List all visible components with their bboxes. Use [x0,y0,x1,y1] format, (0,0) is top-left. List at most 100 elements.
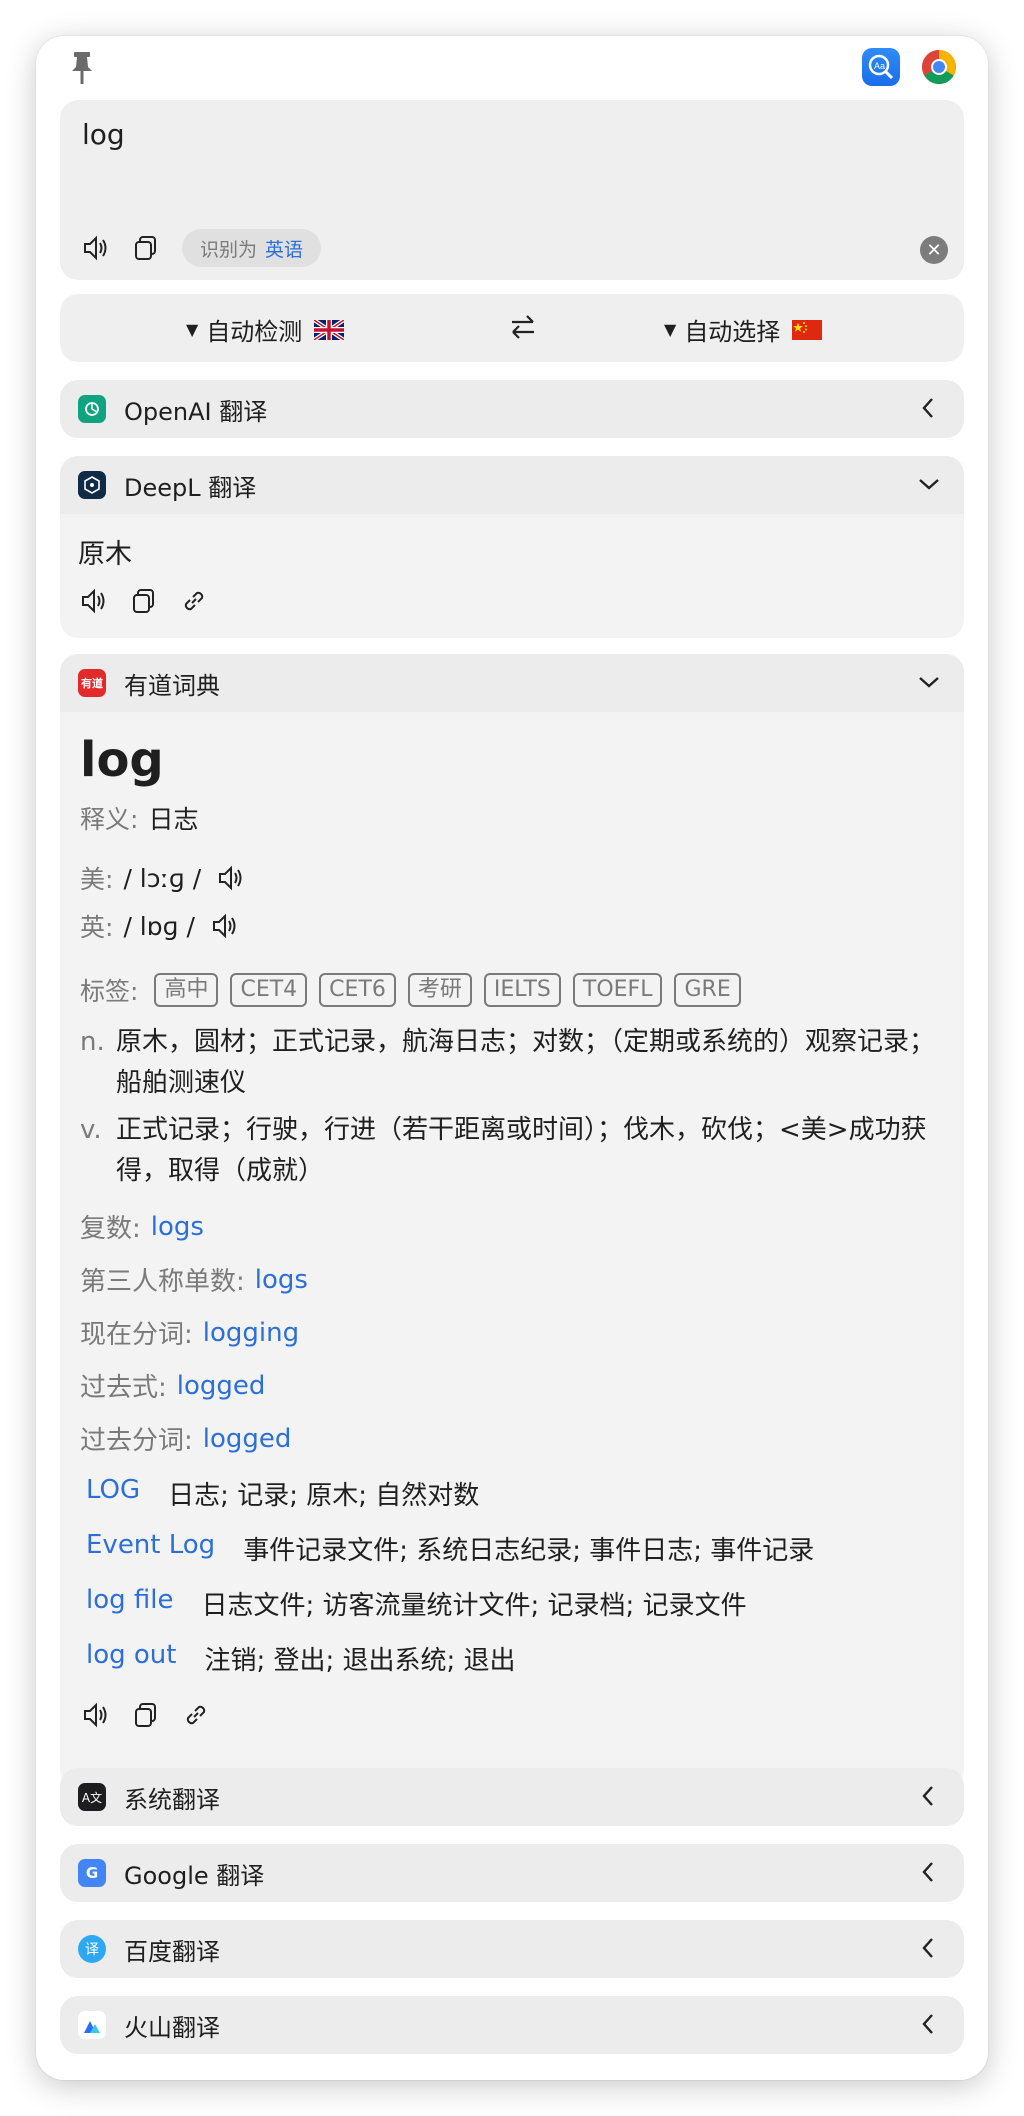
volc-translate-logo-icon [78,2011,106,2039]
word-form-link[interactable]: logs [151,1212,204,1242]
baidu-translate-logo-icon: 译 [78,1935,106,1963]
word-form-label: 现在分词: [80,1320,193,1350]
chevron-down-icon[interactable] [916,669,942,695]
phrase-term[interactable]: Event Log [86,1530,215,1567]
word-form-row: 第三人称单数: logs [80,1261,944,1298]
service-header-google[interactable]: G Google 翻译 [60,1844,964,1902]
tags-label: 标签: [80,977,139,1006]
youdao-logo-icon: 有道 [78,669,106,697]
service-card-google: G Google 翻译 [60,1844,964,1902]
service-header-volc[interactable]: 火山翻译 [60,1996,964,2054]
phrase-meaning: 注销; 登出; 退出系统; 退出 [204,1646,516,1676]
service-title: DeepL 翻译 [124,473,257,502]
service-header-deepl[interactable]: DeepL 翻译 [60,456,964,514]
tags-row: 标签: 高中 CET4 CET6 考研 IELTS TOEFL GRE [80,972,944,1008]
service-title: OpenAI 翻译 [124,397,268,426]
chevron-left-icon[interactable] [916,1783,942,1809]
service-title: Google 翻译 [124,1861,265,1890]
speaker-icon[interactable] [76,228,116,268]
word-form-link[interactable]: logging [203,1318,299,1348]
service-card-volc: 火山翻译 [60,1996,964,2054]
link-icon[interactable] [176,1695,216,1735]
speaker-icon[interactable] [76,1695,116,1735]
phrase-term[interactable]: log file [86,1585,174,1622]
definition-noun: n. 原木，圆材；正式记录，航海日志；对数；（定期或系统的）观察记录；船舶测速仪 [80,1022,944,1104]
youdao-result: log 释义: 日志 美: / lɔːɡ / 英: / lɒɡ / 标签: 高中… [60,712,964,1735]
word-form-link[interactable]: logged [177,1371,266,1401]
service-header-youdao[interactable]: 有道 有道词典 [60,654,964,712]
copy-icon[interactable] [126,1695,166,1735]
svg-text:Aa: Aa [874,61,885,71]
chevron-left-icon[interactable] [916,2011,942,2037]
detected-prefix: 识别为 [200,238,258,261]
deepl-result: 原木 [60,514,964,621]
copy-icon[interactable] [124,581,164,621]
chevron-down-icon[interactable] [916,471,942,497]
service-title: 系统翻译 [124,1785,220,1814]
chrome-icon[interactable] [920,48,958,86]
phrase-meaning: 日志文件; 访客流量统计文件; 记录档; 记录文件 [201,1591,747,1621]
meaning-row: 释义: 日志 [80,800,944,836]
word-form-row: 过去式: logged [80,1367,944,1404]
us-label: 美: [80,865,114,894]
speaker-icon[interactable] [215,862,247,894]
word-form-row: 复数: logs [80,1208,944,1245]
service-header-system[interactable]: A文 系统翻译 [60,1768,964,1826]
service-title: 火山翻译 [124,2013,220,2042]
word-form-link[interactable]: logs [255,1265,308,1295]
speaker-icon[interactable] [74,581,114,621]
phrase-row: log out 注销; 登出; 退出系统; 退出 [80,1640,944,1677]
copy-icon[interactable] [126,228,166,268]
meaning-value[interactable]: 日志 [148,800,198,836]
link-icon[interactable] [174,581,214,621]
service-header-openai[interactable]: OpenAI 翻译 [60,380,964,438]
word-form-label: 过去分词: [80,1426,193,1456]
query-text[interactable]: log [82,118,125,151]
word-form-link[interactable]: logged [203,1424,292,1454]
word-form-row: 过去分词: logged [80,1420,944,1457]
uk-phonetic-row: 英: / lɒɡ / [80,908,944,944]
uk-phonetic: / lɒɡ / [123,911,195,941]
phrase-term[interactable]: LOG [86,1475,140,1512]
deepl-translation[interactable]: 原木 [78,532,946,571]
phrase-meaning: 日志; 记录; 原木; 自然对数 [168,1481,480,1511]
word-form-label: 复数: [80,1214,141,1244]
service-card-system: A文 系统翻译 [60,1768,964,1826]
pin-icon[interactable] [68,50,96,86]
system-translate-logo-icon: A文 [78,1783,106,1811]
service-card-baidu: 译 百度翻译 [60,1920,964,1978]
target-language-select[interactable]: ▼ 自动选择 [664,312,823,347]
service-title: 百度翻译 [124,1937,220,1966]
chevron-left-icon[interactable] [916,1859,942,1885]
chevron-left-icon[interactable] [916,1935,942,1961]
detected-language: 英语 [265,238,304,261]
service-card-youdao: 有道 有道词典 log 释义: 日志 美: / lɔːɡ / 英: / lɒɡ … [60,654,964,1788]
us-phonetic-row: 美: / lɔːɡ / [80,860,944,896]
uk-flag-icon [314,319,345,340]
phrase-meaning: 事件记录文件; 系统日志纪录; 事件日志; 事件记录 [243,1536,815,1566]
clear-icon[interactable]: ✕ [920,236,948,264]
uk-label: 英: [80,913,114,942]
service-card-deepl: DeepL 翻译 原木 [60,456,964,638]
detected-language-chip[interactable]: 识别为 英语 [182,229,322,267]
deepl-logo-icon [78,471,106,499]
speaker-icon[interactable] [209,910,241,942]
google-translate-logo-icon: G [78,1859,106,1887]
headword[interactable]: log [80,732,944,788]
phrase-term[interactable]: log out [86,1640,176,1677]
definition-text[interactable]: 原木，圆材；正式记录，航海日志；对数；（定期或系统的）观察记录；船舶测速仪 [116,1022,944,1104]
swap-icon[interactable] [508,312,538,342]
definition-text[interactable]: 正式记录；行驶，行进（若干距离或时间）；伐木，砍伐；<美>成功获得，取得（成就） [116,1110,944,1192]
service-header-baidu[interactable]: 译 百度翻译 [60,1920,964,1978]
tag: TOEFL [572,973,663,1007]
phrase-row: Event Log 事件记录文件; 系统日志纪录; 事件日志; 事件记录 [80,1530,944,1567]
result-toolbar [74,581,946,621]
result-toolbar [76,1695,944,1735]
title-bar: Aa [36,36,988,100]
chevron-left-icon[interactable] [916,395,942,421]
dictionary-app-icon[interactable]: Aa [862,48,900,86]
source-language-select[interactable]: ▼ 自动检测 [186,312,345,347]
part-of-speech: n. [80,1027,105,1057]
tag: CET6 [319,973,396,1007]
query-input-box[interactable]: log 识别为 英语 ✕ [60,100,964,280]
